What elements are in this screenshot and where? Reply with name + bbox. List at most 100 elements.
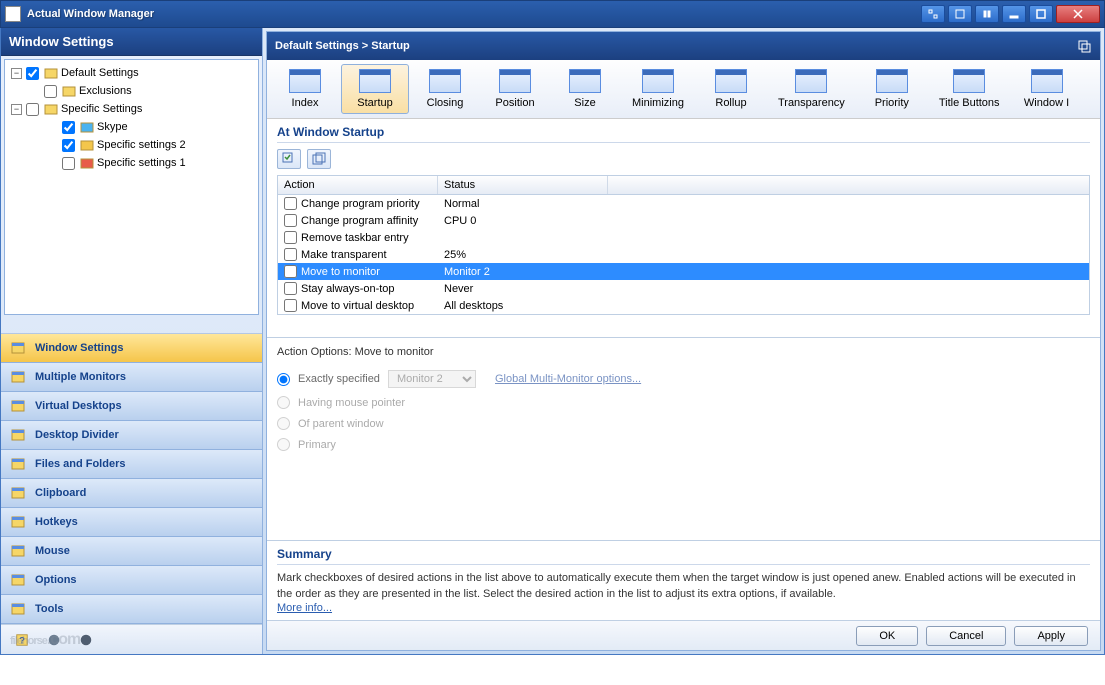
tree-node[interactable]: − Specific Settings [5, 100, 258, 118]
help-icon[interactable]: ? [11, 630, 33, 650]
tool-minimizing[interactable]: Minimizing [621, 64, 695, 114]
expander-icon[interactable]: − [11, 68, 22, 79]
tool-window-i[interactable]: Window I [1013, 64, 1081, 114]
check-all-icon[interactable] [277, 149, 301, 169]
tree-checkbox[interactable] [26, 103, 39, 116]
uncheck-all-icon[interactable] [307, 149, 331, 169]
nav-label: Clipboard [35, 487, 86, 499]
nav-tools[interactable]: Tools [1, 595, 262, 624]
tool-index[interactable]: Index [271, 64, 339, 114]
nav-icon [9, 339, 27, 357]
status-value: All desktops [438, 298, 608, 313]
tree-node[interactable]: −Default Settings [5, 64, 258, 82]
detach-icon[interactable] [1076, 38, 1092, 54]
option-radio[interactable] [277, 396, 290, 409]
tree-checkbox[interactable] [26, 67, 39, 80]
option-radio[interactable] [277, 438, 290, 451]
option-row: Of parent window [277, 413, 1090, 434]
apply-button[interactable]: Apply [1014, 626, 1088, 646]
option-radio[interactable] [277, 417, 290, 430]
minimize-button[interactable] [1002, 5, 1026, 23]
world-icon-2[interactable] [75, 630, 97, 650]
global-options-link[interactable]: Global Multi-Monitor options... [495, 373, 641, 385]
close-button[interactable] [1056, 5, 1100, 23]
tree-node[interactable]: Skype [5, 118, 258, 136]
nav-files-and-folders[interactable]: Files and Folders [1, 450, 262, 479]
table-row[interactable]: Move to virtual desktopAll desktops [278, 297, 1089, 314]
action-checkbox[interactable] [284, 299, 297, 312]
option-label: Having mouse pointer [298, 397, 405, 409]
table-row[interactable]: Stay always-on-topNever [278, 280, 1089, 297]
monitor-select[interactable]: Monitor 2 [388, 370, 476, 388]
tool-label: Title Buttons [939, 97, 1000, 109]
nav-virtual-desktops[interactable]: Virtual Desktops [1, 392, 262, 421]
world-icon-1[interactable] [43, 630, 65, 650]
nav-desktop-divider[interactable]: Desktop Divider [1, 421, 262, 450]
tool-startup[interactable]: Startup [341, 64, 409, 114]
tool-icon [499, 69, 531, 93]
maximize-button[interactable] [1029, 5, 1053, 23]
status-value: 25% [438, 247, 608, 262]
nav-clipboard[interactable]: Clipboard [1, 479, 262, 508]
option-radio[interactable] [277, 373, 290, 386]
status-value: Normal [438, 196, 608, 211]
col-status[interactable]: Status [438, 176, 608, 194]
action-checkbox[interactable] [284, 214, 297, 227]
expander-icon[interactable]: − [11, 104, 22, 115]
app-icon [5, 6, 21, 22]
action-checkbox[interactable] [284, 248, 297, 261]
tool-size[interactable]: Size [551, 64, 619, 114]
folder-icon [61, 83, 77, 99]
tool-transparency[interactable]: Transparency [767, 64, 856, 114]
table-row[interactable]: Make transparent25% [278, 246, 1089, 263]
extra-button-2[interactable] [948, 5, 972, 23]
nav-hotkeys[interactable]: Hotkeys [1, 508, 262, 537]
action-checkbox[interactable] [284, 197, 297, 210]
tree-checkbox[interactable] [62, 121, 75, 134]
tool-title-buttons[interactable]: Title Buttons [928, 64, 1011, 114]
nav-icon [9, 513, 27, 531]
action-checkbox[interactable] [284, 282, 297, 295]
tool-label: Window I [1024, 97, 1069, 109]
nav-window-settings[interactable]: Window Settings [1, 334, 262, 363]
tool-position[interactable]: Position [481, 64, 549, 114]
table-row[interactable]: Change program priorityNormal [278, 195, 1089, 212]
nav-label: Mouse [35, 545, 70, 557]
tree-checkbox[interactable] [62, 139, 75, 152]
mini-toolbar [277, 147, 1090, 175]
main-panel: Default Settings > Startup IndexStartupC… [266, 31, 1101, 651]
nav-options[interactable]: Options [1, 566, 262, 595]
tree-node[interactable]: Exclusions [5, 82, 258, 100]
action-label: Move to monitor [301, 266, 380, 278]
col-action[interactable]: Action [278, 176, 438, 194]
titlebar-controls [921, 5, 1100, 23]
tool-closing[interactable]: Closing [411, 64, 479, 114]
table-row[interactable]: Remove taskbar entry [278, 229, 1089, 246]
nav-multiple-monitors[interactable]: Multiple Monitors [1, 363, 262, 392]
tree-node[interactable]: Specific settings 1 [5, 154, 258, 172]
table-row[interactable]: Change program affinityCPU 0 [278, 212, 1089, 229]
tool-priority[interactable]: Priority [858, 64, 926, 114]
tree-checkbox[interactable] [62, 157, 75, 170]
tree-label: Specific Settings [61, 103, 142, 115]
tool-rollup[interactable]: Rollup [697, 64, 765, 114]
ok-button[interactable]: OK [856, 626, 918, 646]
summary-panel: Summary Mark checkboxes of desired actio… [267, 540, 1100, 620]
table-row[interactable]: Move to monitor Monitor 2 [278, 263, 1089, 280]
action-checkbox[interactable] [284, 265, 297, 278]
action-checkbox[interactable] [284, 231, 297, 244]
table-header: Action Status [278, 176, 1089, 195]
sidebar-header: Window Settings [1, 28, 262, 56]
tool-label: Position [495, 97, 534, 109]
cancel-button[interactable]: Cancel [926, 626, 1006, 646]
titlebar: Actual Window Manager [0, 0, 1105, 28]
nav-icon [9, 600, 27, 618]
status-value: Monitor 2 [438, 264, 608, 279]
tree-checkbox[interactable] [44, 85, 57, 98]
more-info-link[interactable]: More info... [277, 602, 332, 614]
extra-button-1[interactable] [921, 5, 945, 23]
nav-mouse[interactable]: Mouse [1, 537, 262, 566]
extra-button-3[interactable] [975, 5, 999, 23]
settings-tree[interactable]: −Default SettingsExclusions − Specific Set… [4, 59, 259, 315]
tree-node[interactable]: Specific settings 2 [5, 136, 258, 154]
